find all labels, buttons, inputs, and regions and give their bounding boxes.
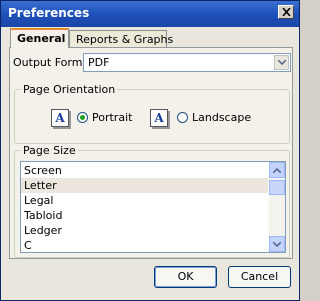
chevron-down-icon <box>273 242 281 247</box>
landscape-page-icon: A <box>150 109 170 129</box>
window-title: Preferences <box>8 6 90 20</box>
portrait-radio[interactable] <box>77 112 88 123</box>
landscape-label[interactable]: Landscape <box>192 111 251 124</box>
page-size-list[interactable]: Screen Letter Legal Tabloid Ledger C <box>20 161 286 253</box>
portrait-page-icon: A <box>51 109 71 129</box>
output-format-value: PDF <box>88 56 110 69</box>
scroll-thumb[interactable] <box>269 180 285 195</box>
tab-reports-graphs[interactable]: Reports & Graphs <box>69 30 173 48</box>
general-tab-panel: Output Format PDF Page Orientation A Por… <box>9 47 293 259</box>
title-bar[interactable]: Preferences <box>1 1 299 27</box>
output-format-label: Output Format <box>13 56 94 69</box>
page-size-group: Page Size Screen Letter Legal Tabloid Le… <box>14 144 290 258</box>
list-item[interactable]: Screen <box>21 163 268 178</box>
list-item[interactable]: Tabloid <box>21 208 268 223</box>
chevron-up-icon <box>273 168 281 173</box>
page-orientation-label: Page Orientation <box>21 83 118 96</box>
page-orientation-group: Page Orientation A Portrait A Landscape <box>14 83 290 144</box>
close-button[interactable] <box>278 5 294 19</box>
vertical-scrollbar[interactable] <box>269 162 285 252</box>
tab-general[interactable]: General <box>10 28 69 48</box>
close-icon <box>282 8 291 16</box>
cancel-button[interactable]: Cancel <box>228 266 291 288</box>
list-item[interactable]: Letter <box>21 178 268 193</box>
list-item[interactable]: C <box>21 238 268 252</box>
tab-label: Reports & Graphs <box>76 33 174 46</box>
scroll-down-button[interactable] <box>269 236 285 252</box>
dropdown-button[interactable] <box>274 55 289 70</box>
chevron-down-icon <box>278 60 286 65</box>
output-format-select[interactable]: PDF <box>83 53 291 72</box>
scroll-up-button[interactable] <box>269 162 285 178</box>
landscape-radio[interactable] <box>177 112 188 123</box>
list-item[interactable]: Legal <box>21 193 268 208</box>
tab-label: General <box>17 32 66 45</box>
page-size-label: Page Size <box>21 144 78 157</box>
list-item[interactable]: Ledger <box>21 223 268 238</box>
ok-button[interactable]: OK <box>154 266 217 288</box>
portrait-label[interactable]: Portrait <box>92 111 132 124</box>
preferences-window: Preferences General Reports & Graphs Out… <box>0 0 300 301</box>
